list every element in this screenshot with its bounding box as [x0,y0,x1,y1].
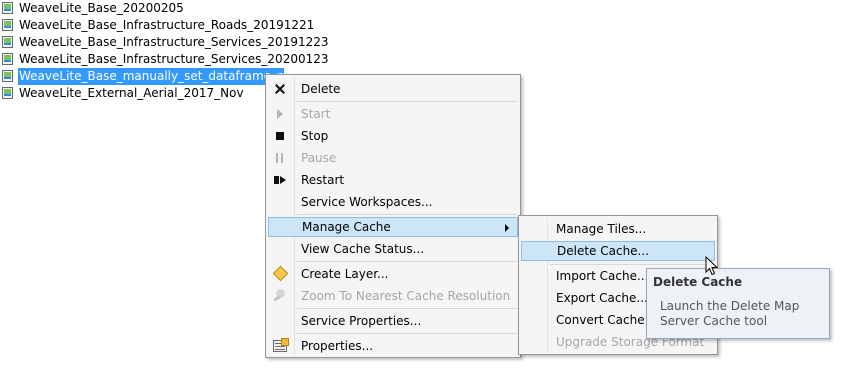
menu-item-label: Pause [301,151,337,165]
submenu-item-manage-tiles[interactable]: Manage Tiles... [521,219,715,239]
menu-item-start[interactable]: Start [268,104,518,124]
mouse-pointer-icon [705,256,719,276]
menu-item-service-workspaces[interactable]: Service Workspaces... [268,192,518,212]
properties-icon [273,338,289,352]
tooltip-body: Launch the Delete Map Server Cache tool [660,299,800,328]
zoom-icon [274,289,286,301]
restart-icon [274,176,288,184]
pause-icon [276,153,284,163]
map-service-icon [2,87,13,99]
service-list: WeaveLite_Base_20200205 WeaveLite_Base_I… [0,0,329,102]
menu-separator [297,214,517,215]
context-menu: Delete Start Stop Pause Restart Service … [265,74,521,358]
menu-item-label: Stop [301,129,329,143]
menu-separator [297,261,517,262]
menu-item-label: View Cache Status... [301,242,425,256]
map-service-icon [2,2,13,14]
menu-item-delete[interactable]: Delete [268,79,518,99]
submenu-arrow-icon [505,224,509,232]
service-item-selected[interactable]: WeaveLite_Base_manually_set_dataframe_pr… [0,68,300,85]
menu-separator [297,101,517,102]
menu-item-properties[interactable]: Properties... [268,336,518,356]
menu-item-label: Start [301,107,331,121]
menu-item-label: Delete [301,82,341,96]
menu-item-label: Properties... [301,339,374,353]
service-item-label: WeaveLite_Base_manually_set_dataframe_pr… [18,68,284,85]
map-service-icon [2,70,13,82]
service-item[interactable]: WeaveLite_Base_Infrastructure_Services_2… [0,34,329,51]
tooltip: Delete Cache Launch the Delete Map Serve… [646,268,830,339]
menu-separator [550,264,714,265]
service-item-label: WeaveLite_Base_Infrastructure_Services_2… [19,52,329,66]
menu-item-zoom-nearest-cache[interactable]: Zoom To Nearest Cache Resolution [268,286,518,306]
stop-icon [276,132,284,140]
service-item[interactable]: WeaveLite_Base_Infrastructure_Roads_2019… [0,17,314,34]
menu-separator [297,333,517,334]
menu-item-create-layer[interactable]: Create Layer... [268,264,518,284]
map-service-icon [2,53,13,65]
service-item-label: WeaveLite_Base_Infrastructure_Services_2… [19,35,329,49]
menu-item-label: Service Properties... [301,314,422,328]
play-icon [277,109,283,119]
submenu-item-delete-cache[interactable]: Delete Cache... [521,241,715,261]
service-item-label: WeaveLite_Base_Infrastructure_Roads_2019… [19,18,315,32]
menu-item-manage-cache[interactable]: Manage Cache [268,217,518,237]
service-item-label: WeaveLite_External_Aerial_2017_Nov [19,86,244,100]
service-item[interactable]: WeaveLite_External_Aerial_2017_Nov [0,85,300,102]
menu-item-service-properties[interactable]: Service Properties... [268,311,518,331]
map-service-icon [2,36,13,48]
service-item-label: WeaveLite_Base_20200205 [19,1,184,15]
menu-item-label: Service Workspaces... [301,195,433,209]
menu-item-label: Manage Tiles... [556,222,647,236]
menu-item-view-cache-status[interactable]: View Cache Status... [268,239,518,259]
map-service-icon [2,19,13,31]
menu-item-label: Create Layer... [301,267,389,281]
menu-item-label: Import Cache... [556,269,649,283]
menu-item-label: Restart [301,173,345,187]
menu-item-stop[interactable]: Stop [268,126,518,146]
menu-item-label: Delete Cache... [557,244,650,258]
menu-item-restart[interactable]: Restart [268,170,518,190]
menu-item-label: Export Cache... [556,291,648,305]
service-item[interactable]: WeaveLite_Base_20200205 [0,0,300,17]
menu-item-pause[interactable]: Pause [268,148,518,168]
service-item[interactable]: WeaveLite_Base_Infrastructure_Services_2… [0,51,329,68]
delete-x-icon [274,83,286,95]
menu-item-label: Zoom To Nearest Cache Resolution [301,289,511,303]
diamond-layer-icon [272,265,289,282]
menu-item-label: Manage Cache [302,220,391,234]
menu-separator [297,308,517,309]
tooltip-title: Delete Cache [653,275,743,289]
